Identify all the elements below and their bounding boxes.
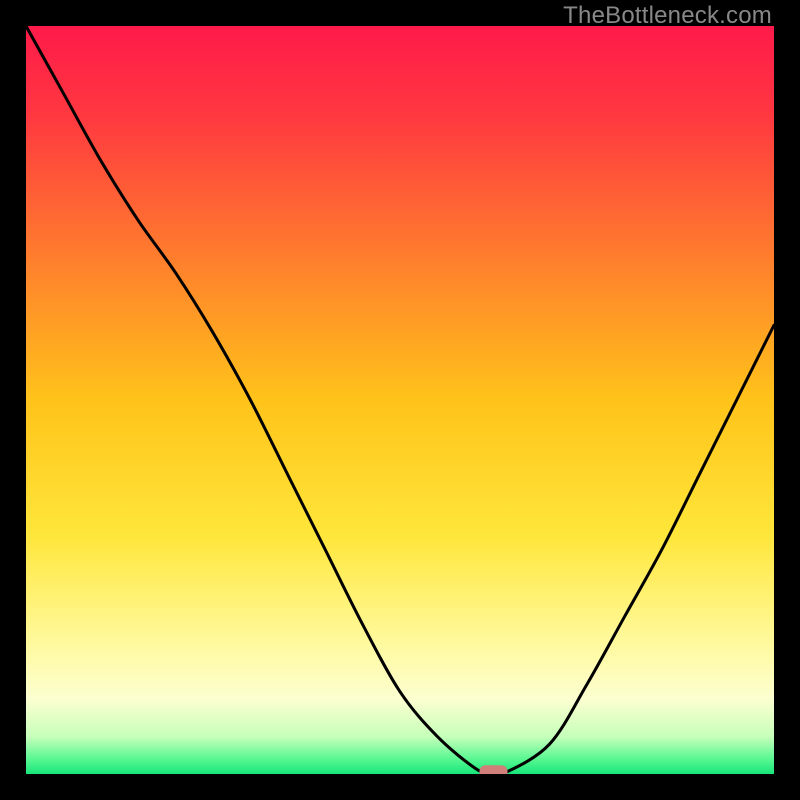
watermark-text: TheBottleneck.com	[563, 2, 772, 30]
chart-frame	[26, 26, 774, 774]
bottleneck-chart	[26, 26, 774, 774]
optimal-marker	[480, 765, 508, 774]
chart-background	[26, 26, 774, 774]
